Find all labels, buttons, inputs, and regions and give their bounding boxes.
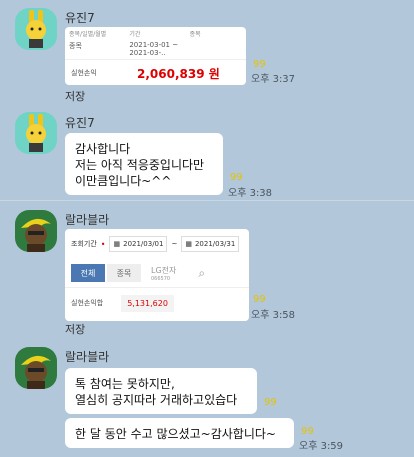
sender-name: 랄라블라 <box>65 350 110 364</box>
range-separator: ~ <box>171 240 178 248</box>
save-label[interactable]: 저장 <box>65 88 85 104</box>
stock-code: 066570 <box>151 275 171 282</box>
col3-title: 종목 <box>189 31 201 38</box>
group-divider <box>0 200 414 201</box>
calendar-icon: ▦ <box>185 240 192 248</box>
profit-card[interactable]: 종목/일별/월별 종목 기간 2021-03-01 ~ 2021-03-.. 종… <box>65 27 246 85</box>
date-to-field[interactable]: ▦ 2021/03/31 <box>181 236 240 252</box>
avatar-bunny[interactable] <box>15 112 57 154</box>
message-line: 저는 아직 적응중입니다만 <box>75 158 205 172</box>
unread-count: 99 <box>264 397 277 408</box>
message-time: 오후 3:58 <box>251 310 296 321</box>
message-time: 오후 3:37 <box>251 74 296 85</box>
date-from-field[interactable]: ▦ 2021/03/01 <box>109 236 168 252</box>
profit-value: 2,060,839 원 <box>137 66 220 81</box>
date-from-value: 2021/03/01 <box>123 240 164 248</box>
profit-card[interactable]: 조회기간 • ▦ 2021/03/01 ~ ▦ 2021/03/31 전체 종목… <box>65 229 249 321</box>
search-icon[interactable]: ⌕ <box>198 266 205 281</box>
message-bubble[interactable]: 감사합니다 저는 아직 적응중입니다만 이만큼입니다~^^ <box>65 133 223 195</box>
all-button[interactable]: 전체 <box>71 264 105 282</box>
message-line: 감사합니다 <box>75 142 131 156</box>
sender-name: 유진7 <box>65 11 95 25</box>
col1-value: 종목 <box>69 42 82 50</box>
card-col-stock: 종목 <box>186 27 246 59</box>
sender-name: 랄라블라 <box>65 213 110 227</box>
avatar-bunny[interactable] <box>15 8 57 50</box>
message-line: 한 달 동안 수고 많으셨고~감사합니다~ <box>75 427 276 441</box>
message-time: 오후 3:59 <box>299 441 344 452</box>
message-line: 톡 참여는 못하지만, <box>75 377 175 391</box>
message-line: 이만큼입니다~^^ <box>75 174 172 188</box>
stock-name: LG전자 <box>151 265 177 275</box>
required-dot-icon: • <box>100 239 106 249</box>
card-col-period: 기간 2021-03-01 ~ 2021-03-.. <box>125 27 185 59</box>
save-label[interactable]: 저장 <box>65 321 85 337</box>
unread-count: 99 <box>253 294 266 305</box>
unread-count: 99 <box>301 426 314 437</box>
col2-title: 기간 <box>129 31 141 38</box>
message-bubble[interactable]: 한 달 동안 수고 많으셨고~감사합니다~ <box>65 418 294 448</box>
avatar-gourd[interactable] <box>15 347 57 389</box>
stock-button[interactable]: 종목 <box>107 264 141 282</box>
card-col-type: 종목/일별/월별 종목 <box>65 27 125 59</box>
profit-label: 실현손익합 <box>71 299 104 307</box>
stock-info: LG전자 066570 <box>143 265 176 282</box>
message-line: 열심히 공지따라 거래하고있습다 <box>75 393 238 407</box>
sender-name: 유진7 <box>65 116 95 130</box>
unread-count: 99 <box>253 59 266 70</box>
profit-value: 5,131,620 <box>121 294 174 312</box>
unread-count: 99 <box>230 172 243 183</box>
message-bubble[interactable]: 톡 참여는 못하지만, 열심히 공지따라 거래하고있습다 <box>65 368 257 414</box>
message-time: 오후 3:38 <box>228 188 273 199</box>
avatar-gourd[interactable] <box>15 210 57 252</box>
col2-value: 2021-03-01 ~ 2021-03-.. <box>129 41 179 57</box>
col1-title: 종목/일별/월별 <box>69 31 107 38</box>
calendar-icon: ▦ <box>113 240 121 248</box>
date-to-value: 2021/03/31 <box>194 240 236 248</box>
profit-label: 실현손익 <box>71 69 97 77</box>
period-label: 조회기간 <box>71 240 97 248</box>
